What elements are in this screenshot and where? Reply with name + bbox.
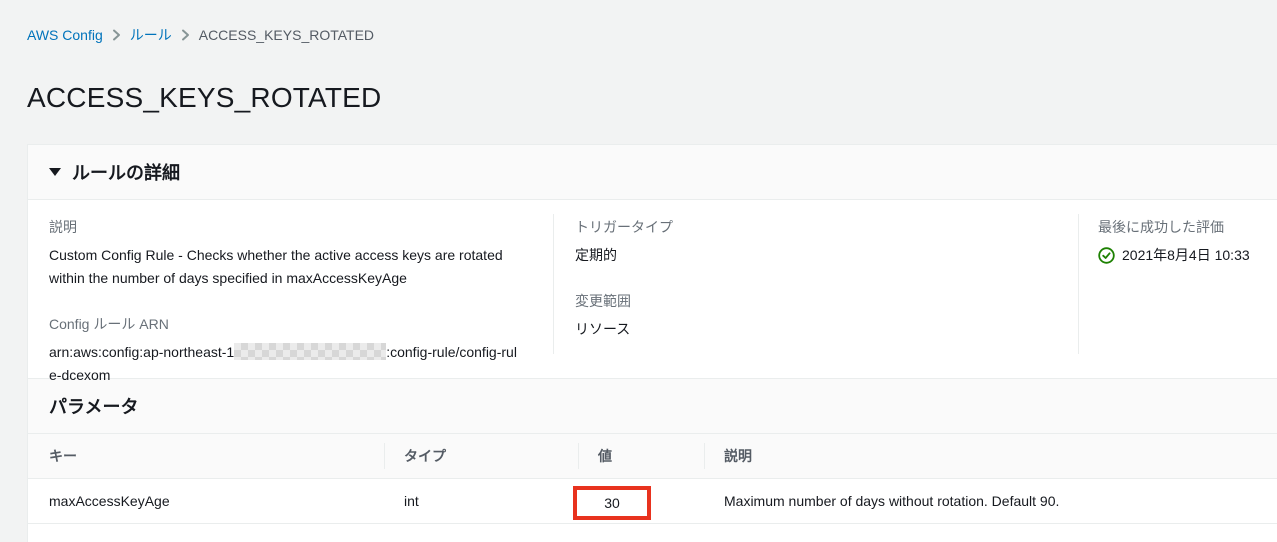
trigger-type-value: 定期的	[575, 247, 617, 263]
description-value: Custom Config Rule - Checks whether the …	[49, 247, 503, 286]
rule-details-body: 説明 Custom Config Rule - Checks whether t…	[28, 200, 1277, 383]
column-header-description-label: 説明	[724, 448, 752, 464]
breadcrumb: AWS Config ルール ACCESS_KEYS_ROTATED	[27, 25, 1277, 45]
column-header-value-label: 値	[598, 448, 612, 464]
scope-label: 変更範囲	[575, 293, 631, 309]
column-header-value: 値	[578, 434, 704, 478]
column-header-key: キー	[28, 434, 384, 478]
breadcrumb-current: ACCESS_KEYS_ROTATED	[198, 27, 375, 43]
column-header-type-label: タイプ	[404, 448, 446, 464]
table-row: maxAccessKeyAge int 30 Maximum number of…	[28, 479, 1277, 524]
aws-config-rule-page: AWS Config ルール ACCESS_KEYS_ROTATED ACCES…	[0, 0, 1277, 542]
trigger-type-label: トリガータイプ	[575, 219, 673, 235]
chevron-right-icon	[181, 29, 190, 41]
param-description-cell: Maximum number of days without rotation.…	[724, 493, 1060, 509]
rule-details-expander[interactable]: ルールの詳細	[28, 145, 1277, 200]
details-column-trigger: トリガータイプ 定期的 変更範囲 リソース	[554, 200, 1078, 378]
check-circle-icon	[1098, 246, 1115, 264]
column-divider	[578, 443, 579, 469]
parameters-table-header: キー タイプ 値 説明	[28, 433, 1277, 479]
rule-details-title: ルールの詳細	[72, 163, 180, 183]
redacted-account-id	[234, 343, 387, 360]
triangle-down-icon	[49, 168, 61, 176]
highlighted-value-box: 30	[573, 485, 651, 520]
param-type-cell: int	[404, 493, 419, 509]
column-header-type: タイプ	[384, 434, 578, 478]
details-column-evaluation: 最後に成功した評価 2021年8月4日 10:33	[1079, 200, 1277, 378]
breadcrumb-aws-config[interactable]: AWS Config	[27, 27, 103, 43]
arn-field: Config ルール ARN arn:aws:config:ap-northea…	[49, 314, 532, 387]
last-evaluation-field: 最後に成功した評価 2021年8月4日 10:33	[1098, 217, 1256, 266]
param-value-cell: 30	[573, 483, 704, 520]
scope-value: リソース	[575, 321, 631, 337]
last-evaluation-label: 最後に成功した評価	[1098, 219, 1224, 235]
rule-detail-card: ルールの詳細 説明 Custom Config Rule - Checks wh…	[27, 144, 1277, 542]
scope-field: 変更範囲 リソース	[575, 291, 1057, 341]
arn-value: arn:aws:config:ap-northeast-1:config-rul…	[49, 341, 519, 387]
description-field: 説明 Custom Config Rule - Checks whether t…	[49, 217, 532, 290]
param-key-cell: maxAccessKeyAge	[49, 493, 170, 509]
arn-prefix: arn:aws:config:ap-northeast-1	[49, 344, 235, 360]
breadcrumb-rules[interactable]: ルール	[130, 25, 172, 45]
parameters-title: パラメータ	[49, 397, 139, 417]
arn-label: Config ルール ARN	[49, 316, 169, 332]
last-evaluation-datetime: 2021年8月4日 10:33	[1122, 247, 1250, 263]
last-evaluation-value: 2021年8月4日 10:33	[1098, 244, 1256, 266]
chevron-right-icon	[112, 29, 121, 41]
description-label: 説明	[49, 219, 77, 235]
column-header-key-label: キー	[49, 448, 77, 464]
column-divider	[704, 443, 705, 469]
details-column-description: 説明 Custom Config Rule - Checks whether t…	[28, 200, 553, 383]
column-header-description: 説明	[704, 434, 1277, 478]
page-title: ACCESS_KEYS_ROTATED	[27, 82, 382, 113]
column-divider	[384, 443, 385, 469]
trigger-type-field: トリガータイプ 定期的	[575, 217, 1057, 267]
